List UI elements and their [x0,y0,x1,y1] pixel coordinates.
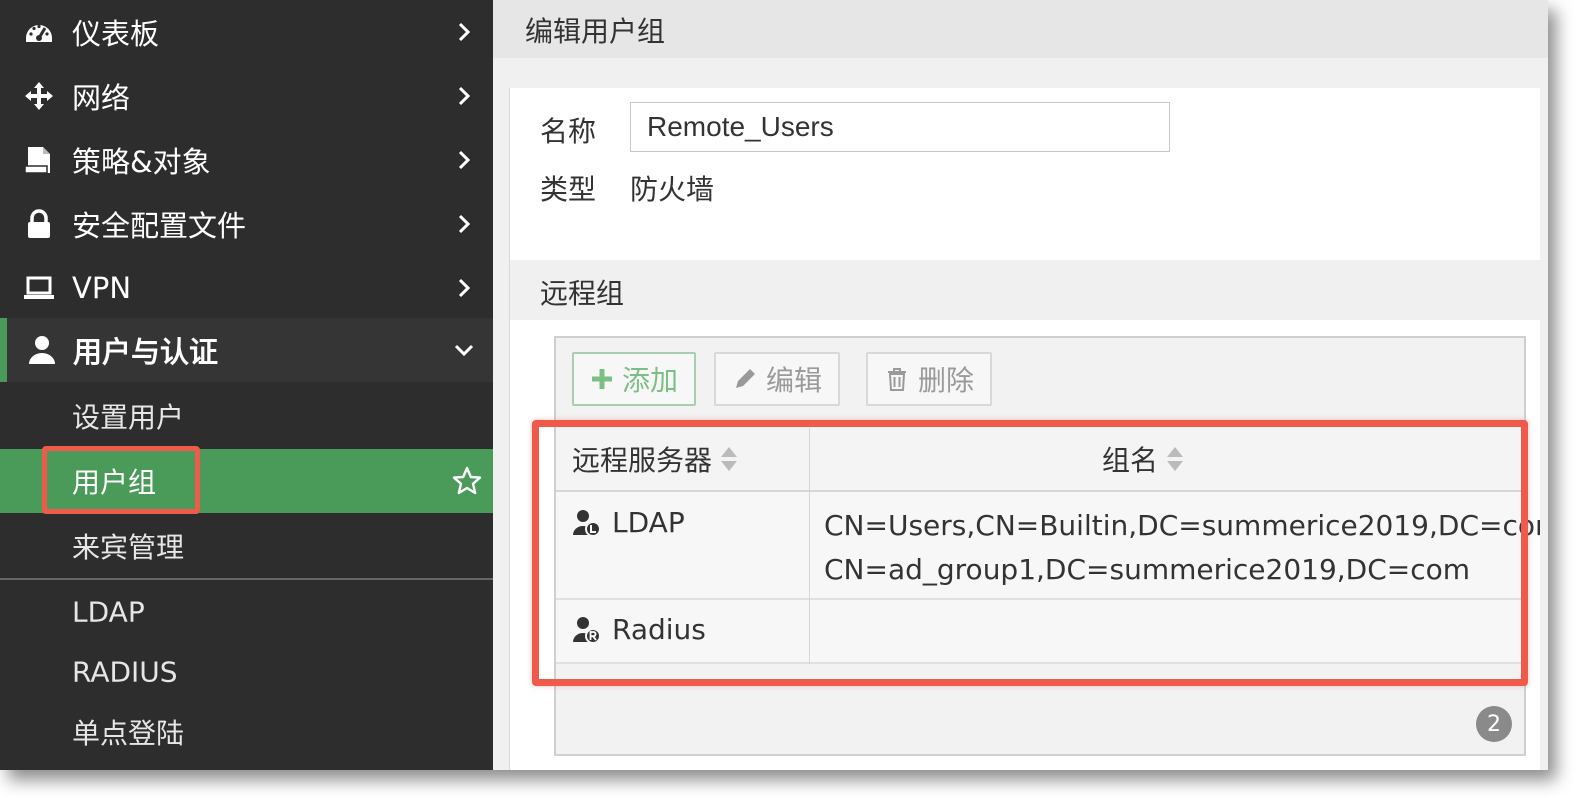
chevron-right-icon [458,214,471,234]
add-button-label: 添加 [622,364,679,397]
row-count-badge: 2 [1476,706,1512,742]
edit-button[interactable]: 编辑 [714,352,841,406]
sidebar-subitem-user-definition[interactable]: 设置用户 [0,384,493,448]
chevron-right-icon [458,22,471,42]
sidebar-subitem-guest-management[interactable]: 来宾管理 [0,514,493,578]
type-label: 类型 [540,173,597,206]
delete-button[interactable]: 删除 [866,352,993,406]
sidebar-subitem-label: 单点登陆 [72,717,185,750]
sidebar-subitem-ldap[interactable]: LDAP [0,580,493,644]
lock-icon [22,207,56,241]
sidebar-subitem-sso[interactable]: 单点登陆 [0,700,493,764]
sidebar-item-label: 安全配置文件 [72,209,247,243]
sidebar-item-dashboard[interactable]: 仪表板 [0,0,493,64]
section-title: 远程组 [540,277,625,310]
app-window: 仪表板 网络 策略&对象 安全配置文件 VPN 用户与认证 设置用户 用户组 来… [0,0,1548,770]
sidebar-item-label: 策略&对象 [72,145,211,179]
sidebar-item-label: VPN [72,271,132,305]
add-button[interactable]: 添加 [572,352,697,406]
sidebar-item-security-profiles[interactable]: 安全配置文件 [0,192,493,256]
sidebar-subitem-label: 设置用户 [72,401,185,434]
sidebar-item-vpn[interactable]: VPN [0,256,493,320]
delete-button-label: 删除 [918,364,975,397]
sidebar-item-label: 仪表板 [72,17,160,51]
chevron-right-icon [458,150,471,170]
pencil-icon [736,369,755,388]
sidebar-item-network[interactable]: 网络 [0,64,493,128]
chevron-right-icon [458,278,471,298]
sidebar-subitem-label: 来宾管理 [72,531,185,564]
remote-groups-section-header: 远程组 [510,260,1548,320]
chevron-down-icon [454,344,474,357]
name-input[interactable]: Remote_Users [630,102,1170,152]
dashboard-icon [22,15,56,49]
sidebar-subitem-radius[interactable]: RADIUS [0,640,493,704]
edit-button-label: 编辑 [766,364,823,397]
name-label: 名称 [540,115,597,148]
sidebar-item-policy-objects[interactable]: 策略&对象 [0,128,493,192]
sidebar-subitem-label: LDAP [72,595,145,629]
type-value: 防火墙 [630,173,715,206]
chevron-right-icon [458,86,471,106]
sidebar-item-label: 网络 [72,81,131,115]
sidebar-item-user-auth[interactable]: 用户与认证 [0,318,493,382]
user-icon [25,333,59,367]
page-title: 编辑用户组 [525,15,666,48]
star-icon[interactable] [451,465,483,497]
highlight-box [42,446,200,514]
scrollbar-track[interactable] [1540,58,1548,770]
move-arrows-icon [22,79,56,113]
laptop-icon [22,271,56,305]
sidebar-subitem-label: RADIUS [72,655,178,689]
sidebar: 仪表板 网络 策略&对象 安全配置文件 VPN 用户与认证 设置用户 用户组 来… [0,0,493,770]
page-header: 编辑用户组 [493,0,1548,58]
annotation-highlight-box [532,420,1528,686]
trash-icon [888,368,906,391]
sidebar-item-label: 用户与认证 [73,335,219,369]
plus-icon [592,369,612,389]
policy-document-icon [22,143,56,177]
